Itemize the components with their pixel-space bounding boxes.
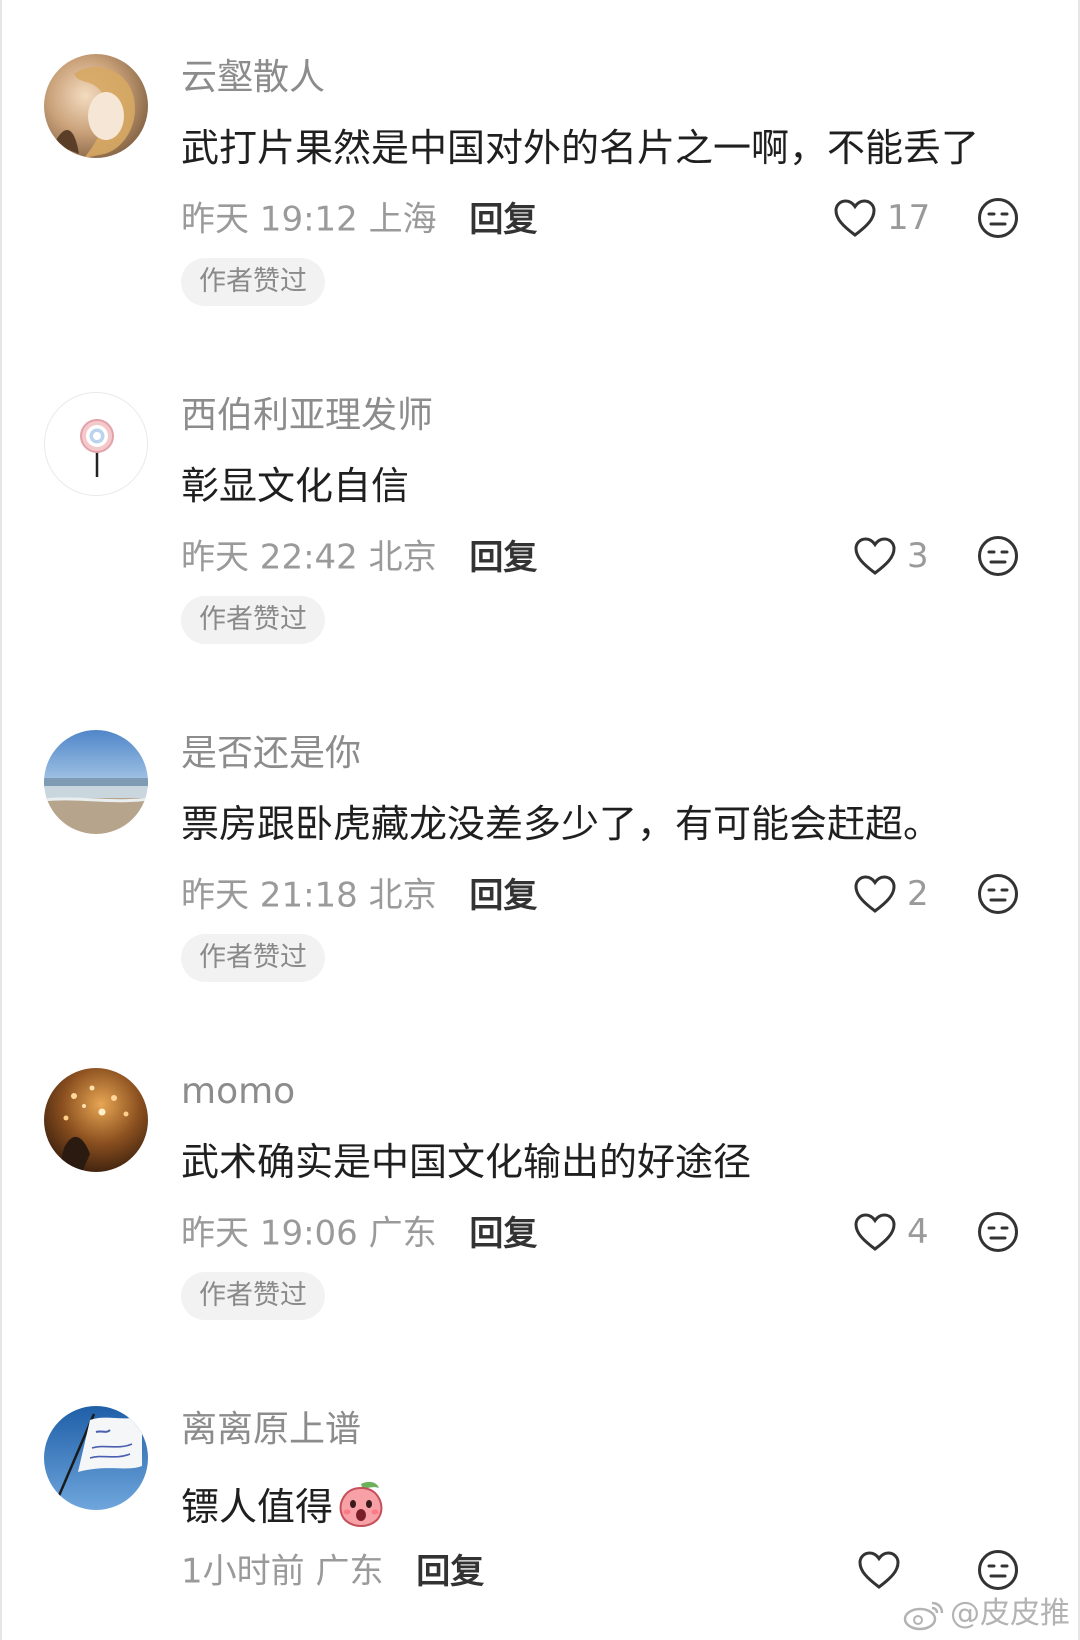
comment-meta: 昨天 21:18 北京 回复 (181, 872, 537, 918)
like-count: 17 (887, 198, 931, 238)
avatar[interactable] (44, 54, 148, 158)
like-button[interactable]: 3 (853, 532, 929, 580)
weibo-logo-icon (903, 1601, 944, 1631)
reply-button[interactable]: 回复 (469, 1214, 537, 1254)
location: 北京 (368, 875, 437, 916)
location: 广东 (315, 1551, 384, 1592)
like-count: 4 (907, 1212, 929, 1252)
heart-outline-icon (854, 875, 896, 913)
heart-outline-icon (854, 537, 896, 575)
like-button[interactable]: 17 (833, 194, 930, 242)
like-count: 2 (907, 874, 929, 914)
heart-outline-icon (834, 199, 876, 237)
location: 北京 (368, 537, 437, 578)
neutral-face-icon[interactable] (977, 873, 1019, 915)
like-button[interactable]: 4 (853, 1208, 929, 1256)
neutral-face-icon[interactable] (977, 1211, 1019, 1253)
like-button[interactable]: 2 (853, 870, 929, 918)
peach-face-shocked-emoji (339, 1481, 383, 1528)
left-border (0, 0, 2, 1640)
watermark: @皮皮推 (902, 1596, 1070, 1632)
reply-button[interactable]: 回复 (469, 200, 537, 240)
comment-meta: 1小时前 广东 回复 (181, 1548, 484, 1594)
timestamp: 昨天 21:18 (181, 875, 358, 916)
avatar[interactable] (44, 1068, 148, 1172)
reply-button[interactable]: 回复 (469, 538, 537, 578)
username[interactable]: 是否还是你 (181, 732, 361, 776)
comment-text: 票房跟卧虎藏龙没差多少了，有可能会赶超。 (181, 802, 942, 846)
author-liked-badge: 作者赞过 (181, 596, 325, 644)
neutral-face-icon[interactable] (977, 197, 1019, 239)
comment-meta: 昨天 22:42 北京 回复 (181, 534, 537, 580)
author-liked-badge: 作者赞过 (181, 1272, 325, 1320)
comment-text: 镖人值得 (181, 1476, 387, 1531)
comment-text: 武打片果然是中国对外的名片之一啊，不能丢了 (181, 126, 980, 170)
location: 上海 (368, 199, 437, 240)
neutral-face-icon[interactable] (977, 1549, 1019, 1591)
timestamp: 昨天 19:06 (181, 1213, 358, 1254)
neutral-face-icon[interactable] (977, 535, 1019, 577)
comment-text-content: 镖人值得 (181, 1485, 334, 1529)
comment-text: 武术确实是中国文化输出的好途径 (181, 1140, 752, 1184)
username[interactable]: 西伯利亚理发师 (181, 394, 433, 438)
comment-text: 彰显文化自信 (181, 464, 410, 508)
timestamp: 昨天 22:42 (181, 537, 358, 578)
avatar[interactable] (44, 730, 148, 834)
heart-outline-icon (858, 1551, 900, 1589)
timestamp: 昨天 19:12 (181, 199, 358, 240)
timestamp: 1小时前 (181, 1551, 305, 1592)
username[interactable]: momo (181, 1070, 295, 1114)
avatar[interactable] (44, 392, 148, 496)
reply-button[interactable]: 回复 (469, 876, 537, 916)
watermark-text: @皮皮推 (950, 1596, 1070, 1631)
comment-meta: 昨天 19:06 广东 回复 (181, 1210, 537, 1256)
like-count: 3 (907, 536, 929, 576)
heart-outline-icon (854, 1213, 896, 1251)
reply-button[interactable]: 回复 (416, 1552, 484, 1592)
author-liked-badge: 作者赞过 (181, 934, 325, 982)
author-liked-badge: 作者赞过 (181, 258, 325, 306)
comment-meta: 昨天 19:12 上海 回复 (181, 196, 537, 242)
username[interactable]: 云壑散人 (181, 56, 325, 100)
username[interactable]: 离离原上谱 (181, 1408, 361, 1452)
avatar[interactable] (44, 1406, 148, 1510)
like-button[interactable] (857, 1546, 911, 1594)
location: 广东 (368, 1213, 437, 1254)
